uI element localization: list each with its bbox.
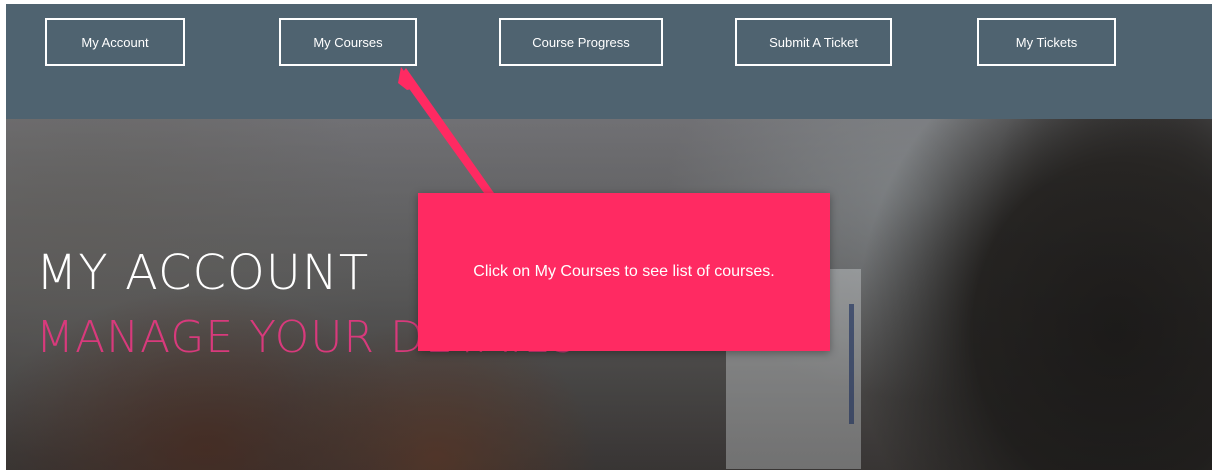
tooltip-text: Click on My Courses to see list of cours…: [473, 263, 775, 280]
nav-button-my-courses[interactable]: My Courses: [279, 18, 417, 66]
hero-title: MY ACCOUNT: [36, 245, 370, 301]
nav-button-my-tickets[interactable]: My Tickets: [977, 18, 1116, 66]
page: My Account My Courses Course Progress Su…: [6, 4, 1212, 470]
nav-button-my-account[interactable]: My Account: [45, 18, 185, 66]
nav-button-course-progress[interactable]: Course Progress: [499, 18, 663, 66]
tutorial-tooltip: Click on My Courses to see list of cours…: [418, 193, 830, 351]
nav-button-submit-a-ticket[interactable]: Submit A Ticket: [735, 18, 892, 66]
top-navigation-bar: My Account My Courses Course Progress Su…: [6, 4, 1212, 119]
